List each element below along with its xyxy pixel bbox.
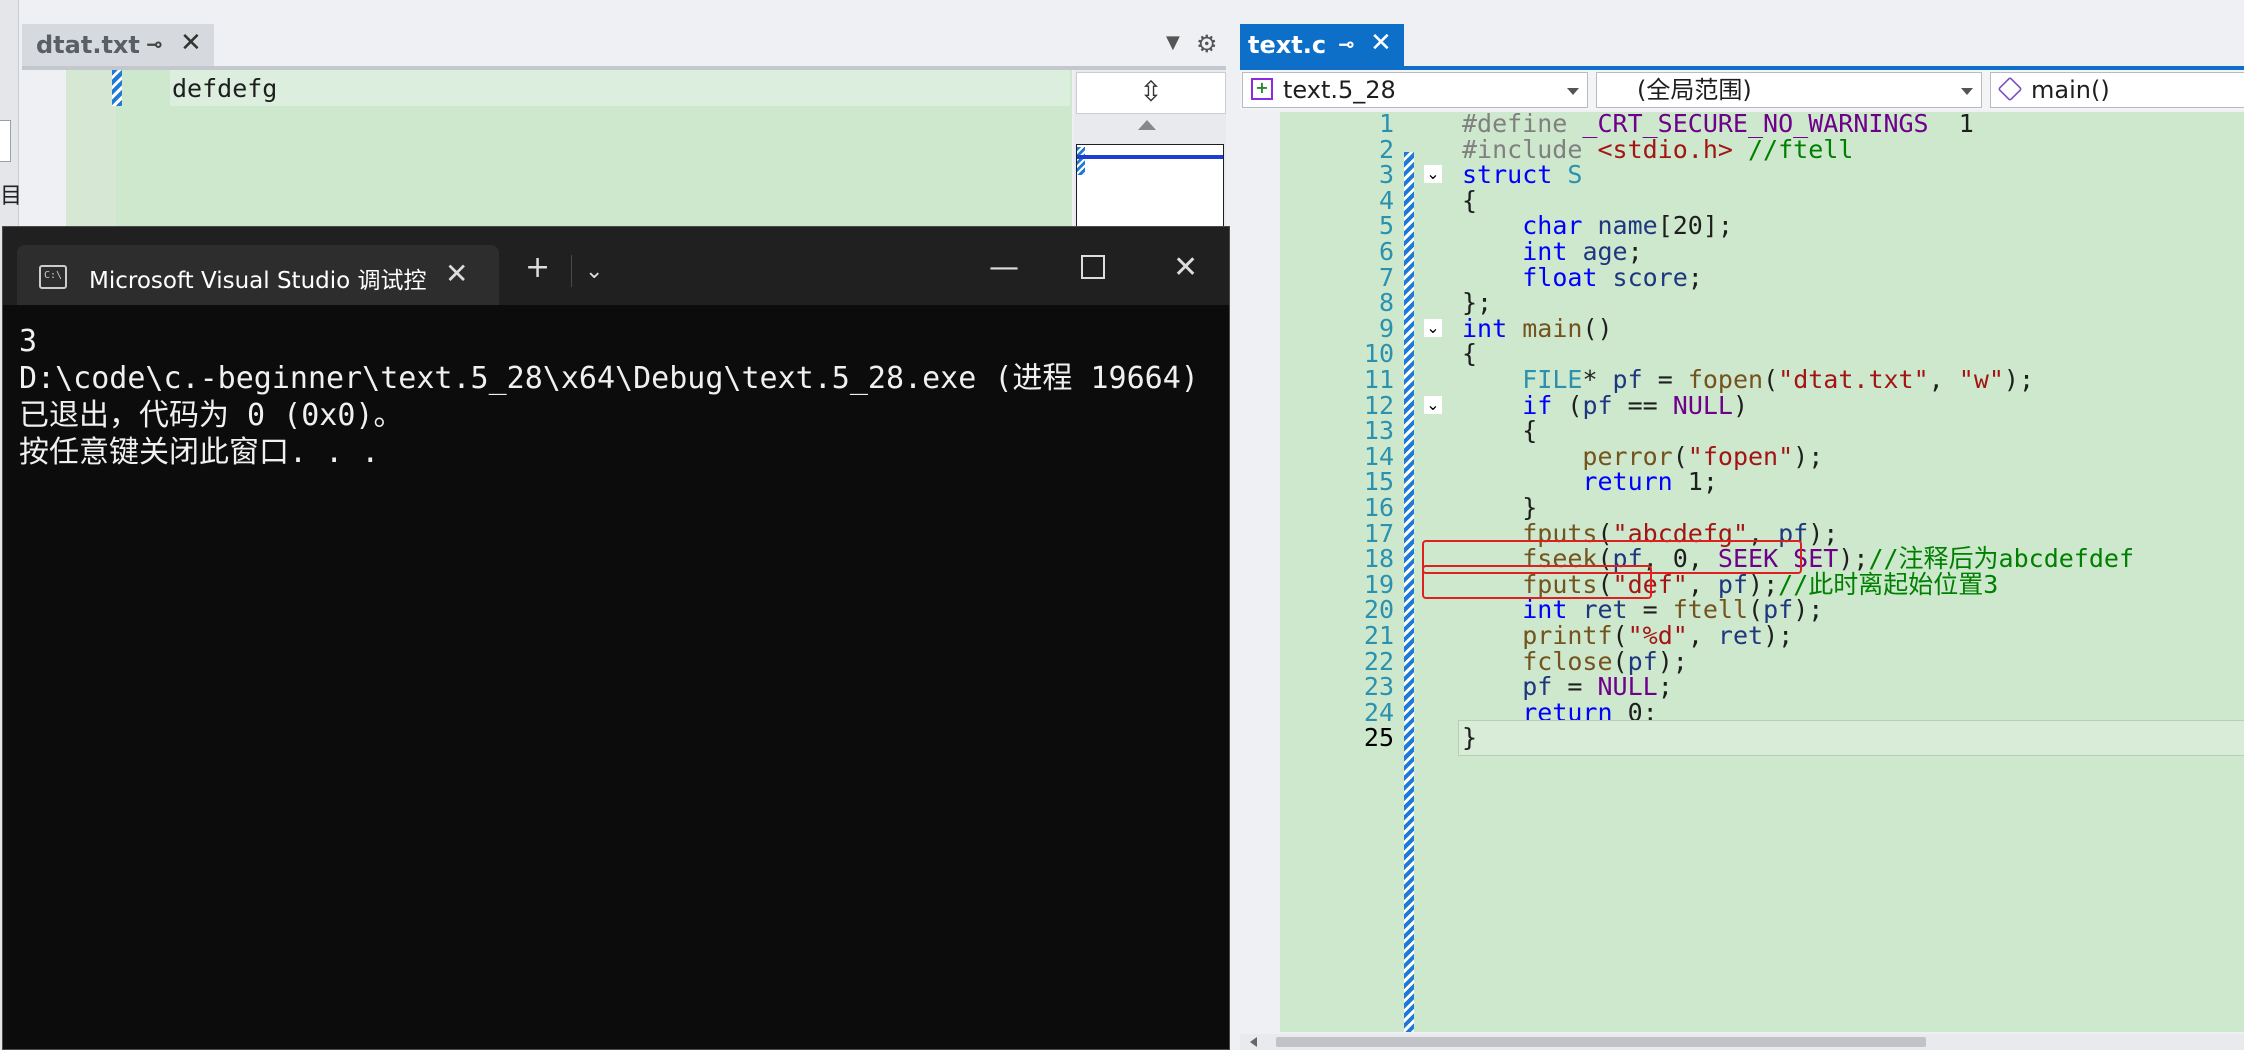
fold-chevron-icon[interactable]: ⌄	[1424, 395, 1442, 414]
code-token: }	[1462, 723, 1478, 753]
textc-editor-pane: text.c ⊸ ✕ + text.5_28 (全局范围) main() 1 #d…	[1240, 0, 2244, 1050]
console-titlebar: C:\ Microsoft Visual Studio 调试控 ✕ + ⌄ — …	[3, 227, 1229, 305]
tab-dtat-label: dtat.txt	[36, 31, 140, 59]
split-icon[interactable]: ⇳	[1076, 72, 1226, 114]
edge-nub[interactable]	[0, 120, 11, 162]
scope-dropdown-value: (全局范围)	[1637, 76, 1752, 104]
project-icon: +	[1251, 78, 1273, 100]
plus-icon[interactable]: +	[525, 253, 550, 283]
scroll-left-arrow[interactable]	[1250, 1037, 1257, 1047]
project-dropdown[interactable]: + text.5_28	[1242, 72, 1588, 108]
scroll-up-arrow[interactable]	[1138, 120, 1156, 130]
map-change-marker	[1077, 147, 1085, 175]
function-dropdown-value: main()	[2031, 76, 2110, 104]
chevron-down-icon	[1567, 88, 1579, 95]
code-line[interactable]: 25}	[1280, 720, 2244, 757]
close-icon[interactable]: ✕	[180, 28, 202, 58]
edge-char: 目	[0, 184, 23, 209]
pin-icon[interactable]: ⊸	[146, 32, 163, 56]
current-line-highlight	[1458, 720, 2244, 757]
console-tab[interactable]: C:\ Microsoft Visual Studio 调试控 ✕	[17, 245, 499, 305]
chevron-down-icon[interactable]: ⌄	[585, 257, 603, 287]
function-dropdown[interactable]: main()	[1990, 72, 2244, 108]
map-caret-line	[1077, 155, 1223, 159]
function-icon	[1997, 76, 2023, 102]
console-output: 3 D:\code\c.-beginner\text.5_28\x64\Debu…	[19, 324, 1199, 470]
close-icon[interactable]: ✕	[1370, 28, 1392, 58]
pin-icon[interactable]: ⊸	[1338, 32, 1355, 56]
change-indicator	[112, 70, 122, 106]
code-text: }	[1462, 720, 1477, 756]
navigation-bar: + text.5_28 (全局范围) main()	[1240, 70, 2244, 110]
dtat-content-line: defdefg	[172, 74, 278, 103]
tab-text-c[interactable]: text.c ⊸ ✕	[1240, 24, 1404, 66]
line-number: 25	[1363, 723, 1394, 753]
titlebar-separator	[571, 255, 572, 287]
horizontal-scrollbar[interactable]	[1240, 1034, 2244, 1050]
fold-chevron-icon[interactable]: ⌄	[1424, 165, 1442, 184]
chevron-down-icon	[1961, 88, 1973, 95]
horizontal-scroll-thumb[interactable]	[1276, 1037, 1926, 1047]
debug-console-window: C:\ Microsoft Visual Studio 调试控 ✕ + ⌄ — …	[2, 226, 1230, 1050]
close-icon[interactable]: ✕	[445, 257, 468, 290]
scope-dropdown[interactable]: (全局范围)	[1596, 72, 1982, 108]
current-line-highlight	[170, 70, 1070, 106]
console-tab-title: Microsoft Visual Studio 调试控	[89, 268, 427, 294]
terminal-icon: C:\	[39, 265, 67, 289]
close-icon[interactable]: ✕	[1173, 253, 1198, 283]
tab-dtat-txt[interactable]: dtat.txt ⊸ ✕	[22, 24, 214, 66]
minimize-icon[interactable]: —	[989, 253, 1019, 283]
gear-icon[interactable]: ⚙	[1196, 30, 1218, 58]
tab-textc-label: text.c	[1248, 31, 1327, 59]
project-dropdown-value: text.5_28	[1283, 76, 1396, 104]
maximize-icon[interactable]	[1081, 255, 1105, 279]
highlight-box-line-20	[1422, 565, 1652, 599]
code-editor[interactable]: 1 #define _CRT_SECURE_NO_WARNINGS 1 2 #incl…	[1280, 112, 2244, 1032]
fold-chevron-icon[interactable]: ⌄	[1424, 318, 1442, 337]
dropdown-icon[interactable]: ▼	[1166, 32, 1180, 53]
